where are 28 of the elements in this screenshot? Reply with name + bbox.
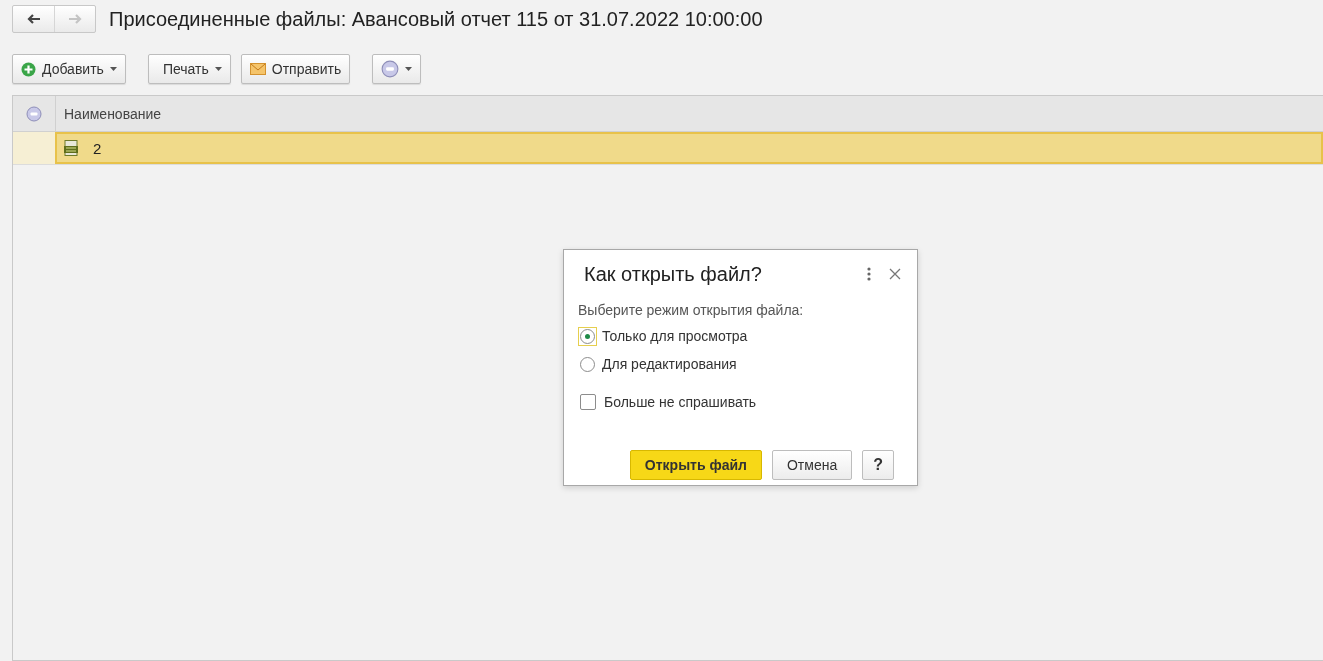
window-title: Присоединенные файлы: Авансовый отчет 115 от 31.07.2022 10:00:00 xyxy=(109,7,763,31)
envelope-icon xyxy=(249,63,266,75)
print-button[interactable]: Печать xyxy=(147,54,231,84)
checkbox[interactable] xyxy=(580,394,596,410)
add-button[interactable]: Добавить xyxy=(12,54,126,84)
cancel-button[interactable]: Отмена xyxy=(772,450,853,480)
checkbox-label: Больше не спрашивать xyxy=(604,394,757,410)
image-file-icon xyxy=(63,140,79,156)
table-row[interactable]: 2 xyxy=(55,132,1323,164)
more-icon[interactable] xyxy=(867,267,871,281)
more-icon xyxy=(381,60,400,78)
dialog-title: Как открыть файл? xyxy=(584,262,763,286)
right-arrow-icon xyxy=(67,13,83,25)
plus-icon xyxy=(21,61,36,77)
send-button[interactable]: Отправить xyxy=(240,54,351,84)
radio-button[interactable] xyxy=(578,326,597,346)
row-marker-cell xyxy=(13,132,55,164)
radio-label: Для редактирования xyxy=(602,356,737,372)
close-icon[interactable] xyxy=(889,268,901,280)
dialog-prompt: Выберите режим открытия файла: xyxy=(578,302,805,318)
open-file-button[interactable]: Открыть файл xyxy=(629,450,762,480)
more-button[interactable] xyxy=(372,54,422,84)
column-settings-icon[interactable] xyxy=(26,105,42,122)
column-header[interactable]: Наименование xyxy=(56,96,162,131)
left-arrow-icon xyxy=(25,13,42,25)
radio-label: Только для просмотра xyxy=(602,328,748,344)
file-name: 2 xyxy=(93,139,102,157)
help-button[interactable]: ? xyxy=(862,450,894,480)
